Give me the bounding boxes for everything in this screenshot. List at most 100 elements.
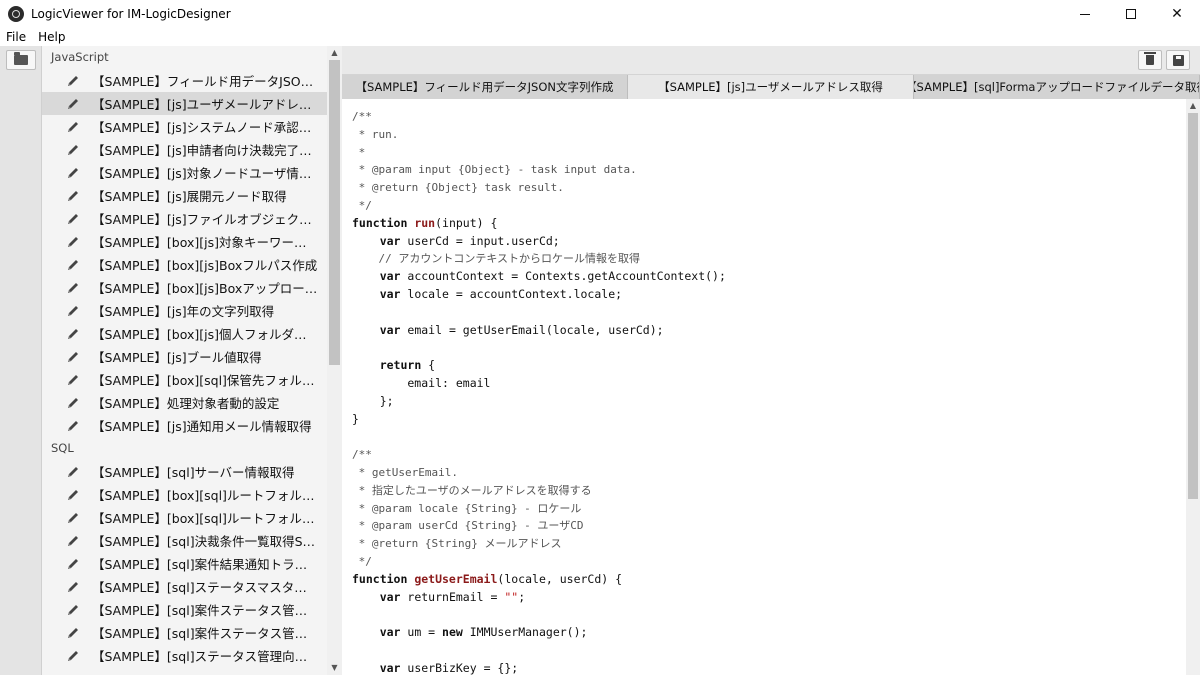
pencil-icon bbox=[66, 189, 80, 203]
sidebar-logic-item[interactable]: 【SAMPLE】[js]システムノード承認処理 bbox=[42, 115, 327, 138]
delete-button[interactable] bbox=[1138, 50, 1162, 70]
sidebar-logic-item[interactable]: 【SAMPLE】[js]展開元ノード取得 bbox=[42, 184, 327, 207]
menu-file[interactable]: File bbox=[0, 30, 32, 44]
close-button[interactable]: ✕ bbox=[1154, 0, 1200, 28]
sidebar-logic-item[interactable]: 【SAMPLE】[sql]ステータス管理向け取得 bbox=[42, 644, 327, 667]
sidebar-logic-item[interactable]: 【SAMPLE】[sql]ステータスマスタデータ取得 bbox=[42, 575, 327, 598]
sidebar-item-label: 【SAMPLE】[js]年の文字列取得 bbox=[92, 304, 275, 319]
sidebar-scrollbar[interactable]: ▲ ▼ bbox=[327, 46, 342, 675]
sidebar-logic-item[interactable]: 【SAMPLE】[box][js]対象キーワード検索 bbox=[42, 230, 327, 253]
code-line: }; bbox=[352, 393, 726, 411]
editor-toolbar bbox=[342, 46, 1200, 75]
code-comment-line: * @param userCd {String} - ユーザCD bbox=[352, 519, 584, 533]
pencil-icon bbox=[66, 488, 80, 502]
sidebar-logic-item[interactable]: 【SAMPLE】[js]対象ノードユーザ情報取得 bbox=[42, 161, 327, 184]
code-text: ; bbox=[518, 589, 526, 604]
pencil-icon bbox=[66, 74, 80, 88]
sidebar-logic-item[interactable]: 【SAMPLE】[box][sql]保管先フォルダ取得 bbox=[42, 368, 327, 391]
menu-help[interactable]: Help bbox=[32, 30, 71, 44]
scroll-up-icon[interactable]: ▲ bbox=[1189, 102, 1197, 110]
code-line: var userCd = input.userCd; bbox=[352, 233, 726, 251]
sidebar-logic-item[interactable]: 【SAMPLE】[sql]案件ステータス管理登録 bbox=[42, 598, 327, 621]
code-text: { bbox=[428, 358, 436, 373]
group-label: SQL bbox=[51, 441, 74, 455]
sidebar-logic-item[interactable]: 【SAMPLE】[js]年の文字列取得 bbox=[42, 299, 327, 322]
pencil-icon bbox=[66, 281, 80, 295]
sidebar-logic-item[interactable]: 【SAMPLE】[box][js]Boxフルパス作成 bbox=[42, 253, 327, 276]
sidebar-item-label: 【SAMPLE】[js]対象ノードユーザ情報取得 bbox=[92, 166, 318, 181]
sidebar-item-label: 【SAMPLE】[sql]サーバー情報取得 bbox=[92, 465, 295, 480]
sidebar-logic-item[interactable]: 【SAMPLE】[box][sql]ルートフォルダ取得 bbox=[42, 483, 327, 506]
sidebar-scroll-thumb[interactable] bbox=[329, 60, 340, 365]
sidebar-logic-item[interactable]: 【SAMPLE】[sql]決裁条件一覧取得SQL bbox=[42, 529, 327, 552]
sidebar-logic-item[interactable]: 【SAMPLE】[js]申請者向け決裁完了メール bbox=[42, 138, 327, 161]
sidebar-item-label: 【SAMPLE】[box][js]対象キーワード検索 bbox=[92, 235, 318, 250]
sidebar-logic-item[interactable]: 【SAMPLE】フィールド用データJSON文字列作成 bbox=[42, 69, 327, 92]
code-comment-line: /** bbox=[352, 448, 372, 462]
sidebar-logic-item[interactable]: 【SAMPLE】[sql]案件結果通知トランザクション bbox=[42, 552, 327, 575]
sidebar-logic-item[interactable]: 【SAMPLE】[box][js]Boxアップロード処理 bbox=[42, 276, 327, 299]
sidebar-item-label: 【SAMPLE】[box][js]個人フォルダ抽出 bbox=[92, 327, 318, 342]
code-function-name: getUserEmail bbox=[414, 571, 498, 586]
maximize-button[interactable] bbox=[1108, 0, 1154, 28]
code-comment-line: * 指定したユーザのメールアドレスを取得する bbox=[352, 483, 592, 497]
sidebar-item-label: 【SAMPLE】[box][js]Boxフルパス作成 bbox=[92, 258, 318, 273]
code-keyword: var bbox=[379, 286, 408, 301]
code-text: } bbox=[352, 411, 359, 426]
folder-icon bbox=[14, 52, 28, 65]
close-icon: ✕ bbox=[1171, 6, 1183, 22]
sidebar-logic-item[interactable]: 【SAMPLE】[sql]サーバー情報取得 bbox=[42, 460, 327, 483]
trash-icon bbox=[1144, 52, 1156, 65]
scroll-down-icon[interactable]: ▼ bbox=[330, 663, 339, 673]
sidebar-logic-item[interactable]: 【SAMPLE】[box][sql]ルートフォルダ登録 bbox=[42, 506, 327, 529]
sidebar-logic-item[interactable]: 【SAMPLE】[js]通知用メール情報取得 bbox=[42, 414, 327, 437]
open-folder-button[interactable] bbox=[6, 50, 36, 70]
sidebar-item-label: 【SAMPLE】[sql]案件ステータス管理登録 bbox=[92, 603, 318, 618]
editor-tab[interactable]: 【SAMPLE】[js]ユーザメールアドレス取得 bbox=[628, 75, 914, 99]
code-text: email: email bbox=[352, 375, 491, 390]
sidebar-logic-item[interactable]: 【SAMPLE】[js]ブール値取得 bbox=[42, 345, 327, 368]
pencil-icon bbox=[66, 649, 80, 663]
pencil-icon bbox=[66, 373, 80, 387]
title-bar: LogicViewer for IM-LogicDesigner ✕ bbox=[0, 0, 1200, 28]
sidebar-logic-item[interactable]: 【SAMPLE】[js]ファイルオブジェクト生成 bbox=[42, 207, 327, 230]
minimize-button[interactable] bbox=[1062, 0, 1108, 28]
sidebar-item-label: 【SAMPLE】[sql]ステータスマスタデータ取得 bbox=[92, 580, 318, 595]
code-viewer[interactable]: /** * run. * * @param input {Object} - t… bbox=[342, 99, 1186, 675]
scroll-up-icon[interactable]: ▲ bbox=[330, 48, 339, 58]
code-line: function getUserEmail(locale, userCd) { bbox=[352, 571, 726, 589]
sidebar-logic-item[interactable]: 【SAMPLE】[js]ユーザメールアドレス取得 bbox=[42, 92, 327, 115]
code-comment-line: * run. bbox=[352, 127, 399, 141]
window-title: LogicViewer for IM-LogicDesigner bbox=[31, 7, 231, 21]
code-text: email = getUserEmail(locale, userCd); bbox=[407, 322, 664, 337]
code-keyword: var bbox=[379, 269, 408, 284]
pencil-icon bbox=[66, 304, 80, 318]
code-keyword: function bbox=[352, 215, 415, 230]
sidebar-item-label: 【SAMPLE】[sql]ステータス管理向け取得 bbox=[92, 649, 318, 664]
pencil-icon bbox=[66, 580, 80, 594]
sidebar-logic-item[interactable]: 【SAMPLE】処理対象者動的設定 bbox=[42, 391, 327, 414]
code-text: (input) { bbox=[435, 215, 498, 230]
sidebar-logic-item[interactable]: 【SAMPLE】[box][js]個人フォルダ抽出 bbox=[42, 322, 327, 345]
sidebar-logic-item[interactable]: 【SAMPLE】[sql]案件ステータス管理更新 bbox=[42, 621, 327, 644]
pencil-icon bbox=[66, 235, 80, 249]
logic-list-sidebar: JavaScript 【SAMPLE】フィールド用データJSON文字列作成【SAM… bbox=[42, 46, 327, 675]
code-text: userCd = input.userCd; bbox=[407, 233, 560, 248]
pencil-icon bbox=[66, 120, 80, 134]
pencil-icon bbox=[66, 511, 80, 525]
sidebar-item-label: 【SAMPLE】[sql]案件結果通知トランザクション bbox=[92, 557, 318, 572]
code-scroll-thumb[interactable] bbox=[1188, 113, 1198, 499]
code-text: (locale, userCd) { bbox=[497, 571, 623, 586]
sidebar-item-label: 【SAMPLE】フィールド用データJSON文字列作成 bbox=[92, 74, 318, 89]
save-button[interactable] bbox=[1166, 50, 1190, 70]
code-scrollbar[interactable]: ▲ bbox=[1186, 99, 1200, 675]
pencil-icon bbox=[66, 166, 80, 180]
editor-tab[interactable]: 【SAMPLE】フィールド用データJSON文字列作成 bbox=[342, 75, 628, 99]
pencil-icon bbox=[66, 350, 80, 364]
code-line: return { bbox=[352, 357, 726, 375]
editor-tab[interactable]: 【SAMPLE】[sql]Formaアップロードファイルデータ取得 bbox=[914, 75, 1200, 99]
